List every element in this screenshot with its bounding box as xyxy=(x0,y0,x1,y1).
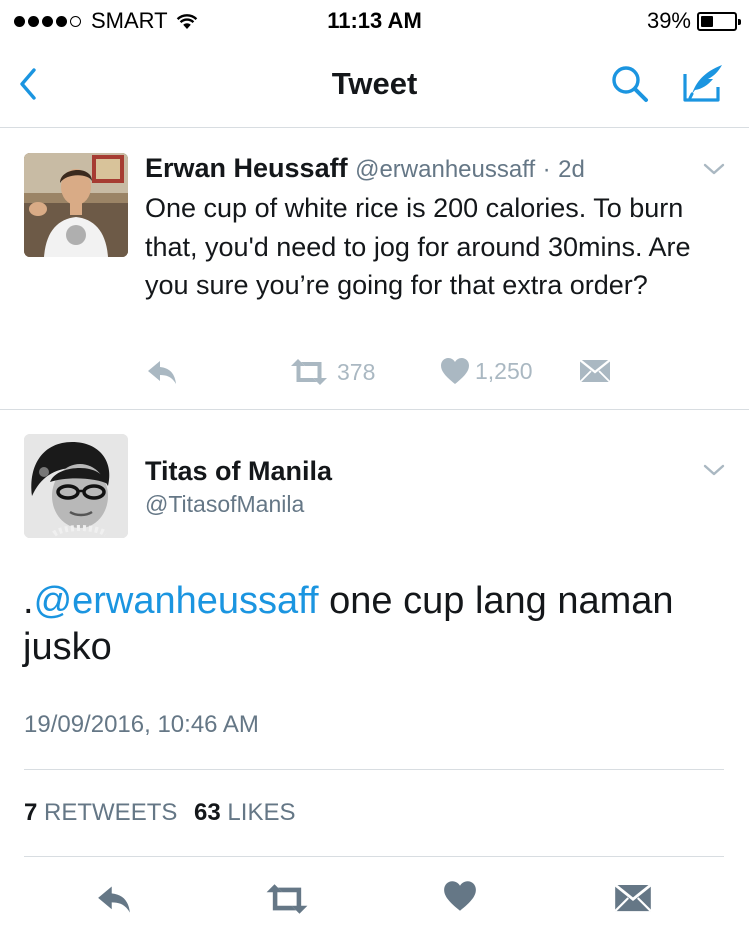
tweet-timestamp: 19/09/2016, 10:46 AM xyxy=(24,711,259,738)
tweet-header: Erwan Heussaff @erwanheussaff · 2d xyxy=(145,153,585,184)
likes-count: 63 xyxy=(194,799,221,826)
tweet-actions xyxy=(0,880,749,920)
battery-level-fill xyxy=(701,15,714,27)
search-icon xyxy=(612,66,648,102)
envelope-icon xyxy=(614,883,652,912)
tweet-text-prefix: . xyxy=(23,580,34,622)
tweet-actions: 378 1,250 xyxy=(145,357,645,391)
reply-button[interactable] xyxy=(94,882,134,921)
profile-photo-icon xyxy=(24,434,128,538)
chevron-down-icon xyxy=(703,163,725,175)
battery-icon xyxy=(697,11,741,31)
retweets-label: RETWEETS xyxy=(44,799,178,826)
tweet-menu-button[interactable] xyxy=(702,462,726,478)
time-separator: · xyxy=(542,156,551,183)
direct-message-button[interactable] xyxy=(579,357,611,385)
retweets-stat[interactable]: 7 RETWEETS xyxy=(24,799,177,826)
tweet-card-erwan[interactable]: Erwan Heussaff @erwanheussaff · 2d One c… xyxy=(0,129,749,410)
author-name[interactable]: Titas of Manila xyxy=(145,456,332,487)
profile-photo-icon xyxy=(24,153,128,257)
like-button[interactable]: 1,250 xyxy=(440,357,533,385)
tweet-stats: 7 RETWEETS 63 LIKES xyxy=(24,799,295,827)
battery-percent: 39% xyxy=(646,8,691,33)
avatar[interactable] xyxy=(24,153,128,257)
chevron-down-icon xyxy=(703,464,725,476)
reply-icon xyxy=(148,361,176,384)
author-handle[interactable]: @erwanheussaff xyxy=(355,156,535,183)
reply-icon xyxy=(98,886,130,913)
direct-message-button[interactable] xyxy=(614,881,652,920)
likes-label: LIKES xyxy=(227,799,296,826)
like-button[interactable] xyxy=(443,880,477,917)
tweet-time: 2d xyxy=(558,156,585,183)
author-handle[interactable]: @TitasofManila xyxy=(145,491,304,518)
retweets-count: 7 xyxy=(24,799,38,826)
divider xyxy=(24,769,724,770)
compose-tweet-button[interactable] xyxy=(678,60,730,106)
likes-stat[interactable]: 63 LIKES xyxy=(194,799,295,826)
retweet-icon xyxy=(291,359,327,385)
retweet-button[interactable] xyxy=(264,882,310,921)
status-bar: SMART 11:13 AM 39% xyxy=(0,0,749,40)
search-button[interactable] xyxy=(606,62,654,106)
envelope-icon xyxy=(579,359,611,383)
status-right: 39% xyxy=(646,8,741,34)
divider xyxy=(24,856,724,857)
mention-link[interactable]: @erwanheussaff xyxy=(34,580,319,622)
avatar[interactable] xyxy=(24,434,128,538)
tweet-menu-button[interactable] xyxy=(702,161,726,177)
back-chevron-icon xyxy=(20,68,36,100)
retweet-count: 378 xyxy=(337,358,376,385)
status-time: 11:13 AM xyxy=(327,8,422,33)
tweet-text: One cup of white rice is 200 calories. T… xyxy=(145,193,691,300)
like-count: 1,250 xyxy=(475,357,533,384)
tweet-text: .@erwanheussaff one cup lang naman jusko xyxy=(23,578,723,670)
back-button[interactable] xyxy=(10,62,50,106)
retweet-icon xyxy=(266,884,308,914)
heart-icon xyxy=(441,358,469,384)
retweet-button[interactable]: 378 xyxy=(289,357,375,387)
nav-bar: Tweet xyxy=(0,40,749,128)
compose-tweet-icon xyxy=(683,65,722,102)
focused-tweet: Titas of Manila @TitasofManila .@erwanhe… xyxy=(0,410,749,939)
author-name[interactable]: Erwan Heussaff xyxy=(145,153,348,183)
heart-icon xyxy=(444,881,476,911)
reply-button[interactable] xyxy=(145,357,179,387)
